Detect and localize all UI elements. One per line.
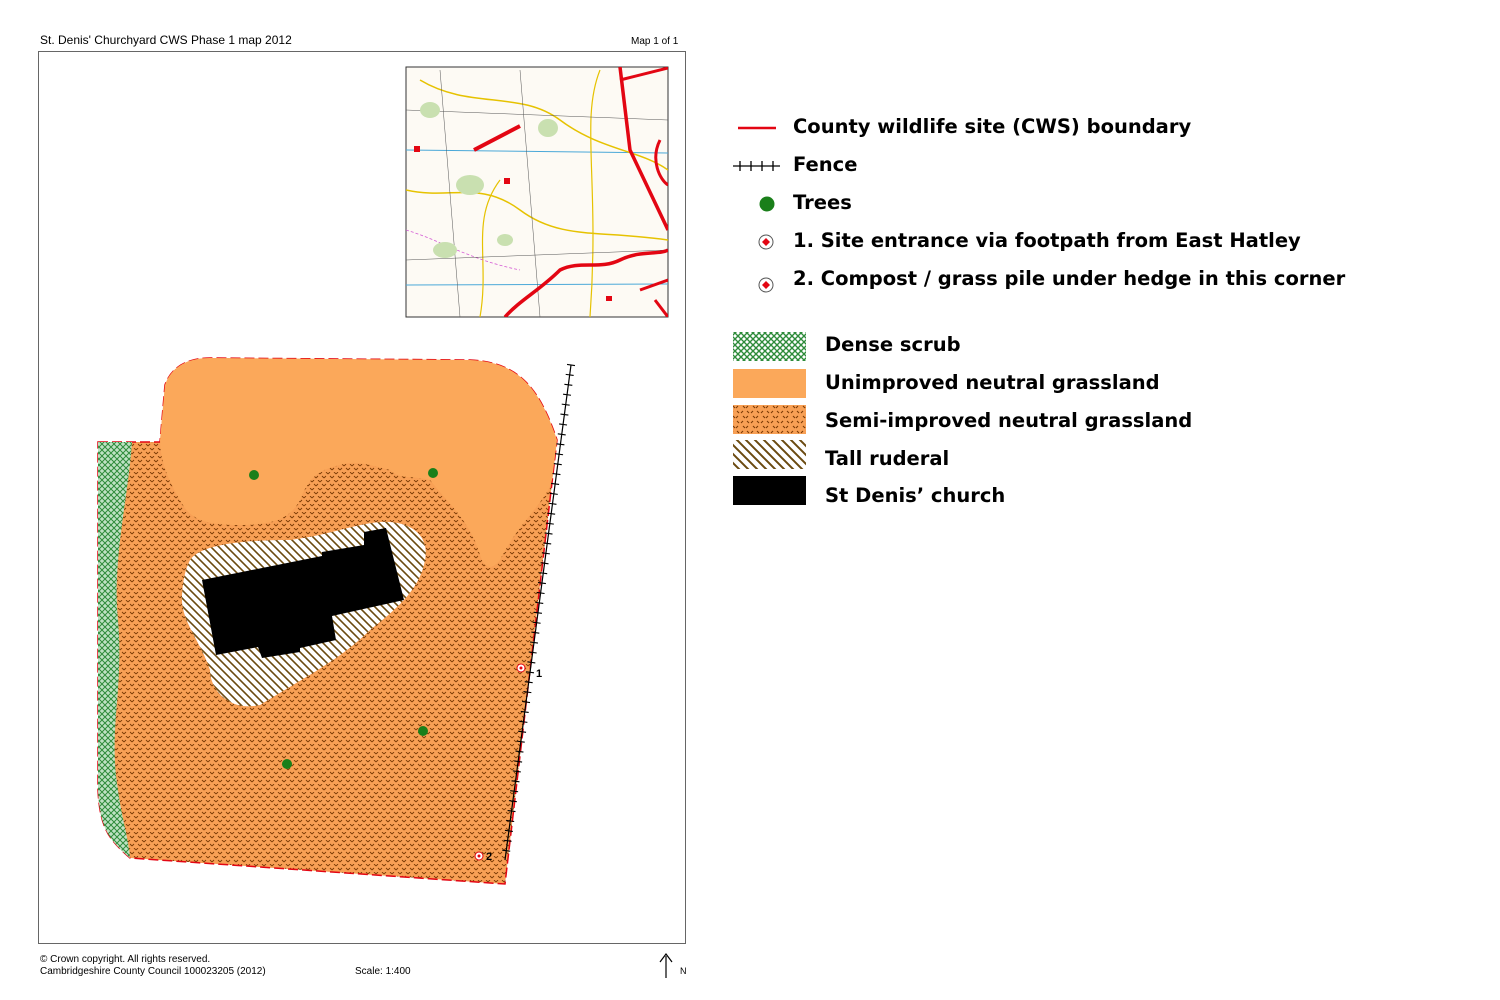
fence-tick	[555, 453, 564, 456]
scale-text: Scale: 1:400	[355, 966, 411, 977]
legend-church: St Denis’ church	[825, 484, 1006, 507]
dense-scrub-swatch	[733, 332, 806, 361]
licence-notice: Cambridgeshire County Council 100023205 …	[40, 966, 266, 977]
north-label: N	[680, 966, 687, 976]
legend-fence: Fence	[793, 153, 858, 176]
site-map[interactable]: 1 2	[0, 0, 1500, 1000]
tree	[282, 759, 292, 769]
legend-trees: Trees	[793, 191, 852, 214]
fence-tick	[560, 413, 569, 416]
legend-symbols	[733, 126, 780, 293]
church-swatch	[733, 476, 806, 505]
legend-cws-boundary: County wildlife site (CWS) boundary	[793, 115, 1192, 138]
tree	[418, 726, 428, 736]
fence-tick	[564, 383, 573, 386]
fence-tick	[562, 393, 572, 396]
fence-tick	[556, 443, 565, 446]
fence-tick	[557, 433, 566, 436]
tree	[249, 470, 259, 480]
tall-ruderal-swatch	[733, 440, 806, 469]
fence-tick	[559, 423, 568, 426]
point-label-2: 2	[486, 851, 492, 863]
target-point-icon	[758, 234, 774, 250]
target-point-icon	[758, 277, 774, 293]
point-label-1: 1	[536, 668, 542, 680]
fence-tick	[553, 463, 562, 466]
legend-tall-ruderal: Tall ruderal	[825, 447, 950, 470]
semi-improved-grassland-swatch	[733, 405, 806, 434]
legend-compost-pile: 2. Compost / grass pile under hedge in t…	[793, 267, 1346, 290]
copyright-notice: © Crown copyright. All rights reserved.	[40, 954, 211, 965]
fence-tick	[565, 373, 574, 376]
tree-dot-icon	[759, 196, 775, 212]
legend-site-entrance: 1. Site entrance via footpath from East …	[793, 229, 1301, 252]
north-arrow-icon	[659, 953, 673, 978]
legend-unimproved-grassland: Unimproved neutral grassland	[825, 371, 1160, 394]
fence-tick	[561, 403, 570, 406]
fence-line-icon	[733, 161, 780, 171]
legend-semi-improved-grassland: Semi-improved neutral grassland	[825, 409, 1193, 432]
inset-location-map	[405, 66, 669, 318]
legend-dense-scrub: Dense scrub	[825, 333, 961, 356]
fence-tick	[566, 363, 576, 367]
tree	[428, 468, 438, 478]
unimproved-grassland-swatch	[733, 369, 806, 398]
fence-tick	[548, 502, 557, 505]
